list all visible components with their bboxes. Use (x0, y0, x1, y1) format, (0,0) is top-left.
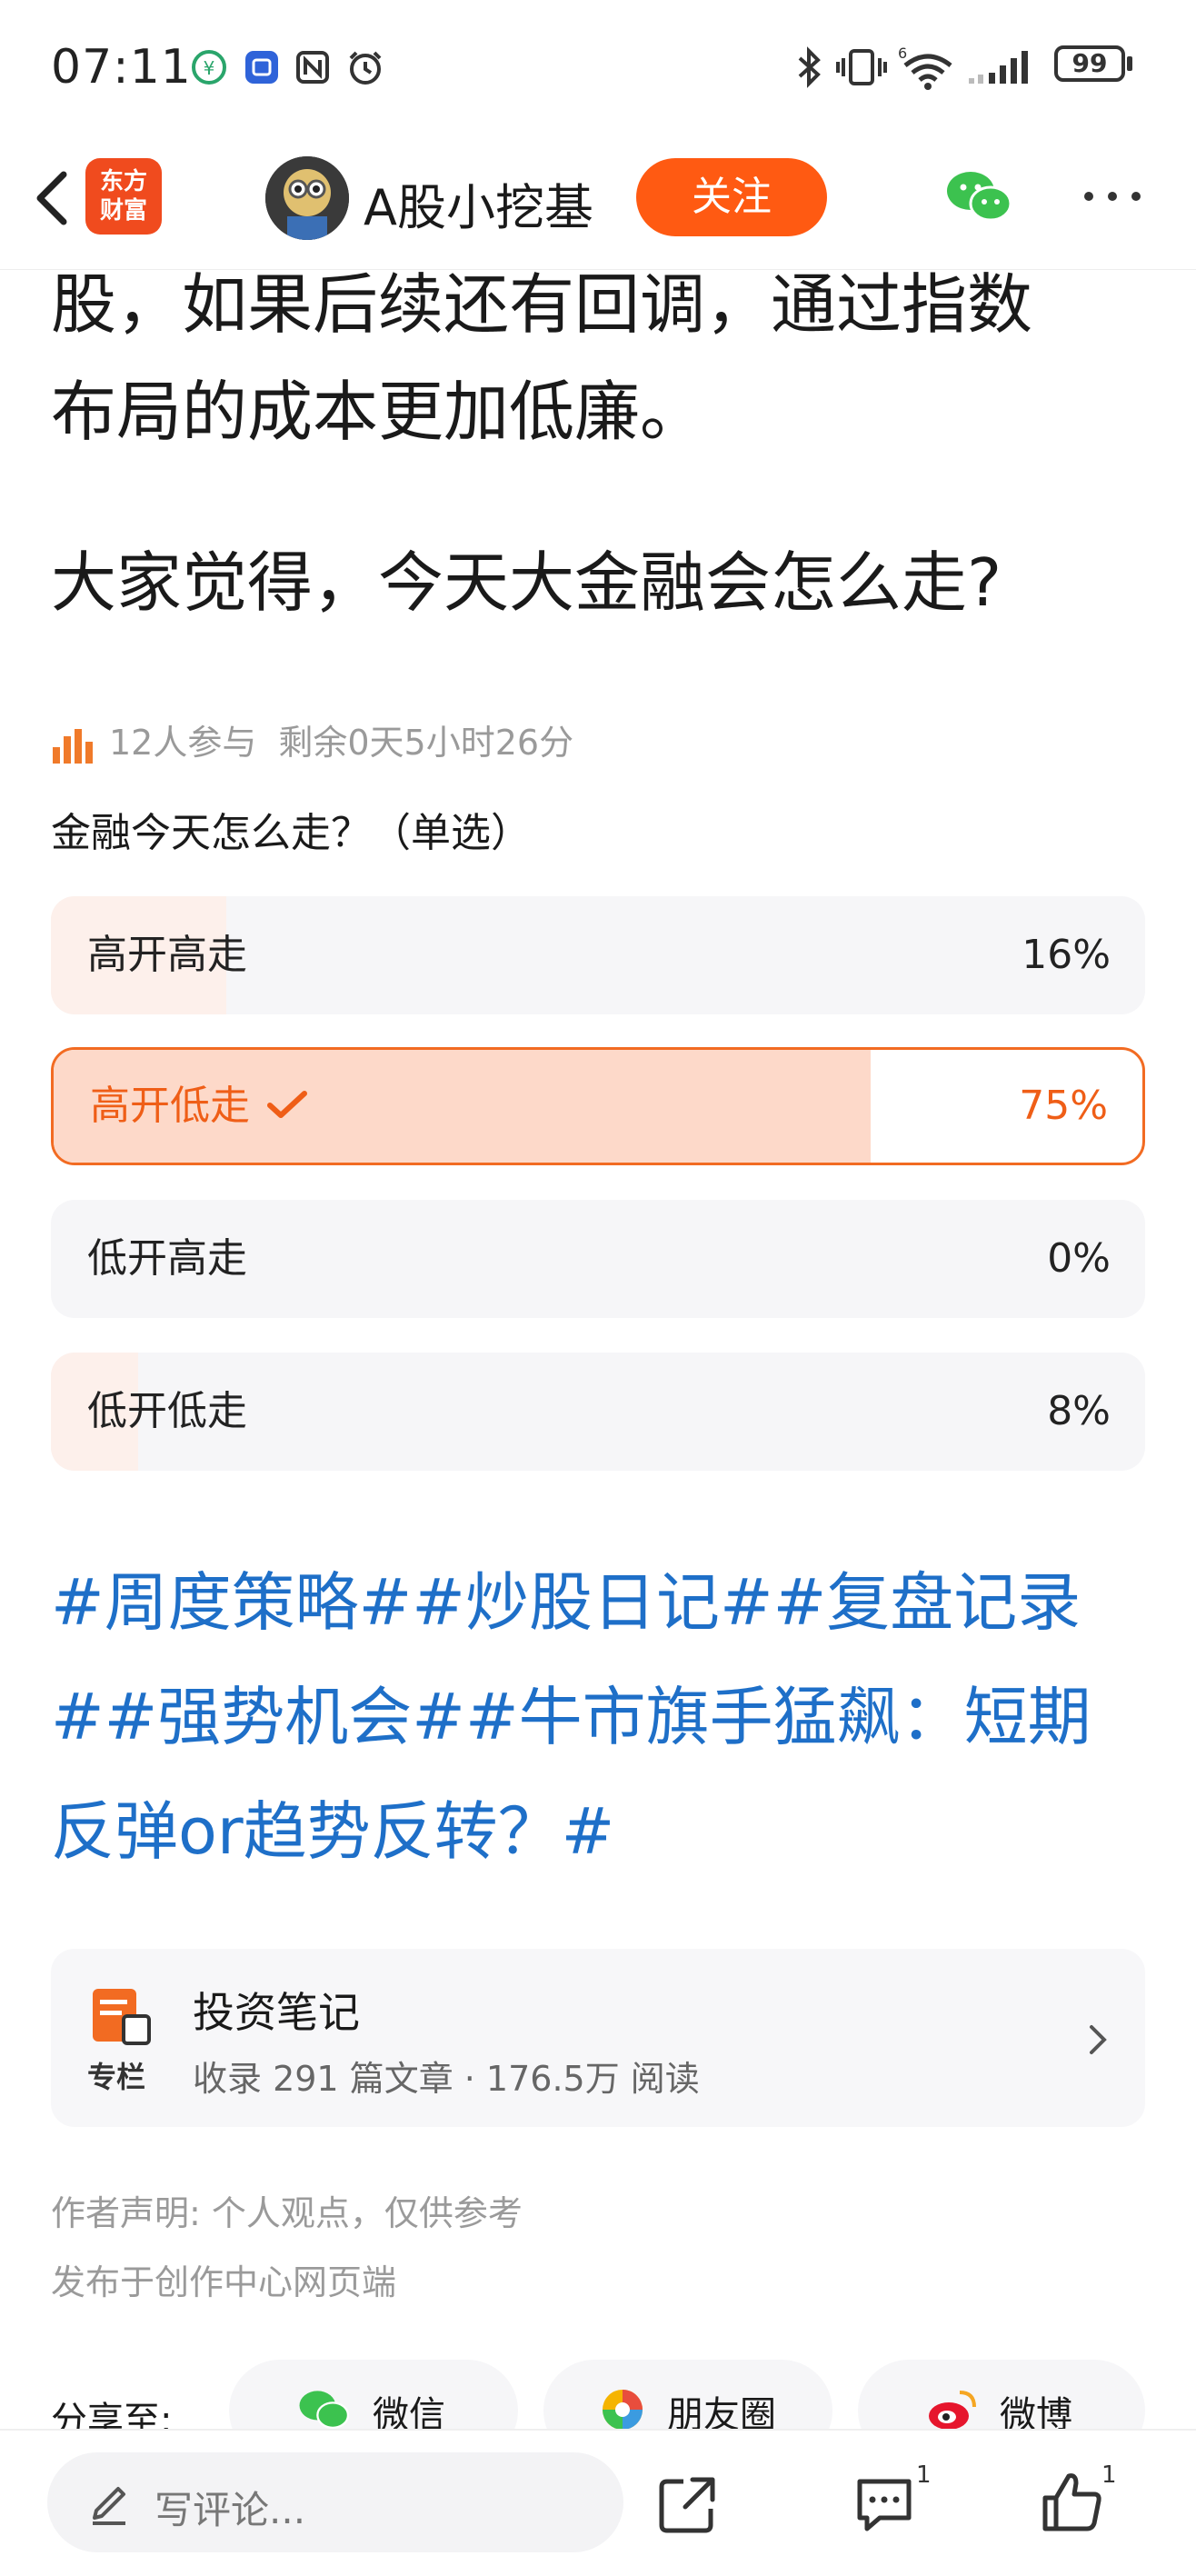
author-statement: 作者声明: 个人观点，仅供参考 (51, 2193, 523, 2233)
poll-option-percent: 8% (1047, 1388, 1111, 1434)
comment-placeholder: 写评论... (154, 2488, 306, 2532)
poll-option[interactable]: 低开低走 8% (51, 1353, 1145, 1471)
poll-option-label: 高开高走 (87, 932, 247, 978)
poll-option-percent: 0% (1047, 1235, 1111, 1282)
comment-input[interactable] (47, 2452, 623, 2552)
share-icon[interactable] (656, 2472, 720, 2536)
column-subtitle: 收录 291 篇文章 · 176.5万 阅读 (193, 2059, 700, 2099)
article-paragraph-line: 布局的成本更加低廉。 (51, 374, 706, 450)
back-arrow-icon[interactable] (25, 162, 80, 235)
author-name[interactable]: A股小挖基 (364, 167, 593, 239)
like-count: 1 (1101, 2461, 1117, 2489)
wechat-icon (299, 2391, 350, 2429)
article-paragraph-line: 股，如果后续还有回调，通过指数 (51, 266, 1033, 343)
hashtag-line[interactable]: #周度策略##炒股日记##复盘记录 (51, 1545, 1160, 1660)
hashtag-block: #周度策略##炒股日记##复盘记录 ##强势机会##牛市旗手猛飙：短期 反弹or… (51, 1545, 1160, 1889)
wifi-icon: 6 (898, 45, 952, 90)
article-question: 大家觉得，今天大金融会怎么走? (51, 544, 1002, 621)
column-icon-label: 专栏 (87, 2060, 146, 2094)
thumbs-up-icon[interactable] (1040, 2469, 1105, 2534)
hashtag-line[interactable]: ##强势机会##牛市旗手猛飙：短期 (51, 1660, 1160, 1774)
logo-text-top: 东方 (99, 168, 147, 195)
poll-option-selected[interactable]: 高开低走 75% (51, 1047, 1145, 1165)
battery-level: 99 (1071, 48, 1108, 78)
poll-participants: 12人参与 (109, 723, 257, 763)
author-avatar[interactable] (265, 156, 349, 240)
comment-count: 1 (916, 2461, 932, 2489)
svg-text:6: 6 (898, 45, 907, 62)
column-title: 投资笔记 (193, 1988, 360, 2037)
avatar-image (265, 156, 349, 240)
follow-button[interactable]: 关注 (636, 158, 827, 236)
poll-option-label: 低开低走 (87, 1388, 247, 1434)
poll-option-percent: 75% (1019, 1083, 1108, 1129)
poll-option-label: 低开高走 (87, 1235, 247, 1282)
chevron-right-icon (1090, 2025, 1107, 2054)
battery-indicator: 99 (1054, 45, 1136, 87)
eastmoney-logo[interactable]: 东方 财富 (85, 158, 162, 235)
status-time: 07:11 (51, 40, 192, 95)
alarm-icon (349, 51, 382, 85)
poll-remaining: 剩余0天5小时26分 (278, 723, 574, 763)
more-options-icon[interactable] (1080, 185, 1145, 207)
nfc-icon (296, 51, 329, 84)
weibo-icon (929, 2391, 976, 2430)
poll-bars-icon (53, 728, 93, 764)
shield-notification-icon (245, 51, 278, 84)
poll-option-label-wrap: 高开低走 (90, 1050, 308, 1163)
poll-question: 金融今天怎么走？（单选） (51, 810, 531, 856)
vibrate-icon (836, 49, 887, 85)
signal-icon (969, 51, 1028, 84)
svg-text:¥: ¥ (204, 57, 215, 79)
bluetooth-icon (798, 46, 821, 88)
pencil-icon (93, 2487, 125, 2525)
wechat-share-icon[interactable] (945, 167, 1014, 225)
poll-meta: 12人参与 剩余0天5小时26分 (51, 714, 573, 765)
poll-option[interactable]: 高开高走 16% (51, 896, 1145, 1014)
app-notification-icon: ¥ (192, 50, 226, 85)
hashtag-line[interactable]: 反弹or趋势反转？# (51, 1774, 1160, 1889)
moments-icon (603, 2390, 643, 2430)
publish-source: 发布于创作中心网页端 (51, 2262, 397, 2302)
poll-option-label: 高开低走 (90, 1083, 250, 1129)
status-bar: 07:11 ¥ 6 99 (0, 0, 1196, 145)
poll-option[interactable]: 低开高走 0% (51, 1200, 1145, 1318)
poll-option-percent: 16% (1022, 932, 1111, 978)
checkmark-icon (267, 1091, 307, 1118)
comment-icon[interactable] (852, 2474, 916, 2534)
logo-text-bottom: 财富 (99, 197, 147, 225)
notebook-icon (93, 1989, 151, 2045)
column-icon: 专栏 (87, 1985, 154, 2094)
